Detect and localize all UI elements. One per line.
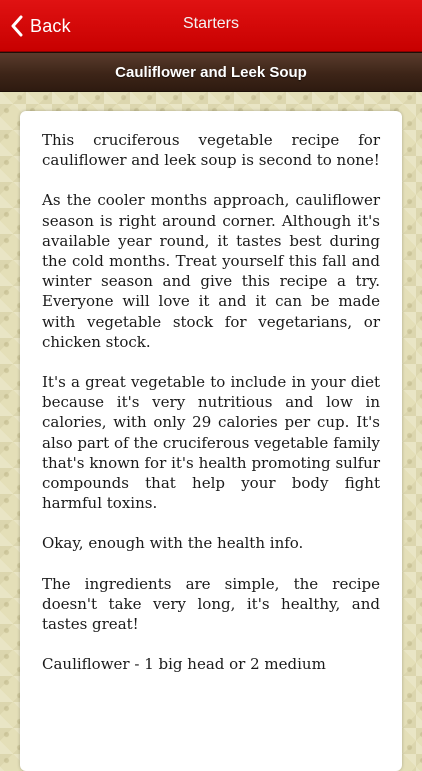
article-paragraph: The ingredients are simple, the recipe d… (42, 574, 380, 634)
nav-title: Starters (182, 15, 239, 32)
article-paragraph: It's a great vegetable to include in you… (42, 373, 380, 513)
article-paragraph: This cruciferous vegetable recipe for ca… (42, 131, 380, 170)
recipe-title-bar: Cauliflower and Leek Soup (0, 52, 422, 92)
article-card[interactable]: This cruciferous vegetable recipe for ca… (20, 111, 402, 771)
recipe-title: Cauliflower and Leek Soup (115, 63, 307, 81)
article-paragraph: Cauliflower - 1 big head or 2 medium (42, 655, 326, 674)
article-paragraph: Okay, enough with the health info. (42, 534, 304, 553)
top-navigation-bar: Back Starters (0, 0, 422, 52)
article-body: This cruciferous vegetable recipe for ca… (20, 111, 402, 674)
article-paragraph: As the cooler months approach, cauliflow… (42, 191, 380, 351)
